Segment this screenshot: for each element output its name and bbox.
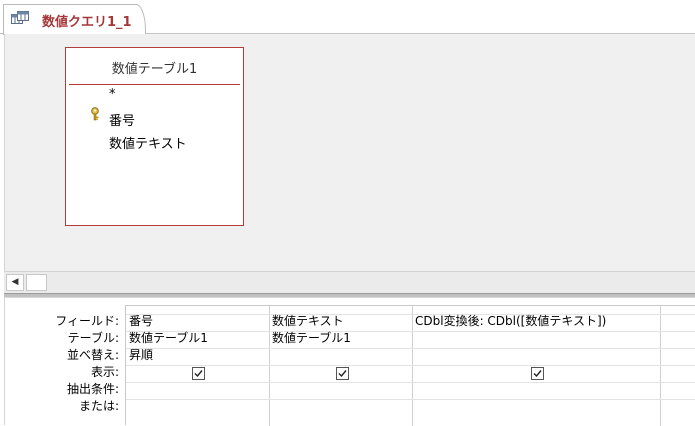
row-label-show: 表示: xyxy=(90,365,119,379)
checkmark-icon xyxy=(533,370,542,378)
tab-title: 数値クエリ1_1 xyxy=(42,15,132,30)
column-divider[interactable] xyxy=(269,306,270,426)
scrollbar-thumb[interactable] xyxy=(26,274,47,291)
grid-cell-table[interactable]: 数値テーブル1 xyxy=(272,330,410,347)
grid-cell-sort[interactable]: 昇順 xyxy=(129,347,267,364)
grid-cell-sort[interactable] xyxy=(415,347,659,364)
row-label-field: フィールド: xyxy=(55,314,119,328)
grid-cell-criteria[interactable] xyxy=(415,381,659,398)
row-label-table: テーブル: xyxy=(67,331,119,345)
scroll-left-arrow-icon[interactable]: ◀ xyxy=(6,274,24,291)
show-checkbox[interactable] xyxy=(336,367,349,380)
grid-cell-or[interactable] xyxy=(272,398,410,415)
checkmark-icon xyxy=(338,370,347,378)
show-checkbox[interactable] xyxy=(531,367,544,380)
row-label-or: または: xyxy=(78,399,119,413)
column-divider[interactable] xyxy=(412,306,413,426)
row-divider xyxy=(126,365,695,366)
query-tab[interactable]: 数値クエリ1_1 xyxy=(3,4,146,35)
grid-cell-field[interactable]: 番号 xyxy=(129,313,267,330)
grid-cell-table[interactable]: 数値テーブル1 xyxy=(129,330,267,347)
row-label-criteria: 抽出条件: xyxy=(66,382,119,396)
query-icon xyxy=(11,11,29,27)
grid-cell-or[interactable] xyxy=(415,398,659,415)
qbe-grid: 番号 数値テーブル1 昇順 数値テキスト 数値テーブル1 CDbl変換後: CD… xyxy=(125,305,695,426)
query-design-area: 数値テーブル1 * 番号 数値テキスト xyxy=(4,34,695,271)
grid-cell-criteria[interactable] xyxy=(129,381,267,398)
field-item-all[interactable]: * xyxy=(109,87,116,102)
show-checkbox[interactable] xyxy=(192,367,205,380)
grid-cell-criteria[interactable] xyxy=(272,381,410,398)
grid-cell-table[interactable] xyxy=(415,330,659,347)
document-tab-bar: 数値クエリ1_1 xyxy=(0,0,695,35)
field-item-numeric-text[interactable]: 数値テキスト xyxy=(109,133,187,152)
grid-cell-field[interactable]: CDbl変換後: CDbl([数値テキスト]) xyxy=(415,313,659,330)
query-design-grid: フィールド: テーブル: 並べ替え: 表示: 抽出条件: または: 番号 数値テ… xyxy=(4,298,695,426)
checkmark-icon xyxy=(194,370,203,378)
field-list-title[interactable]: 数値テーブル1 xyxy=(66,58,243,77)
key-icon xyxy=(90,107,102,121)
grid-cell-field[interactable]: 数値テキスト xyxy=(272,313,410,330)
column-divider[interactable] xyxy=(660,306,661,426)
grid-cell-sort[interactable] xyxy=(272,347,410,364)
field-item-number[interactable]: 番号 xyxy=(109,110,135,129)
grid-cell-or[interactable] xyxy=(129,398,267,415)
field-list-numeric-table[interactable]: 数値テーブル1 * 番号 数値テキスト xyxy=(65,47,244,226)
row-label-sort: 並べ替え: xyxy=(66,348,119,362)
horizontal-scrollbar[interactable]: ◀ xyxy=(4,271,695,293)
field-list-divider xyxy=(69,84,240,85)
